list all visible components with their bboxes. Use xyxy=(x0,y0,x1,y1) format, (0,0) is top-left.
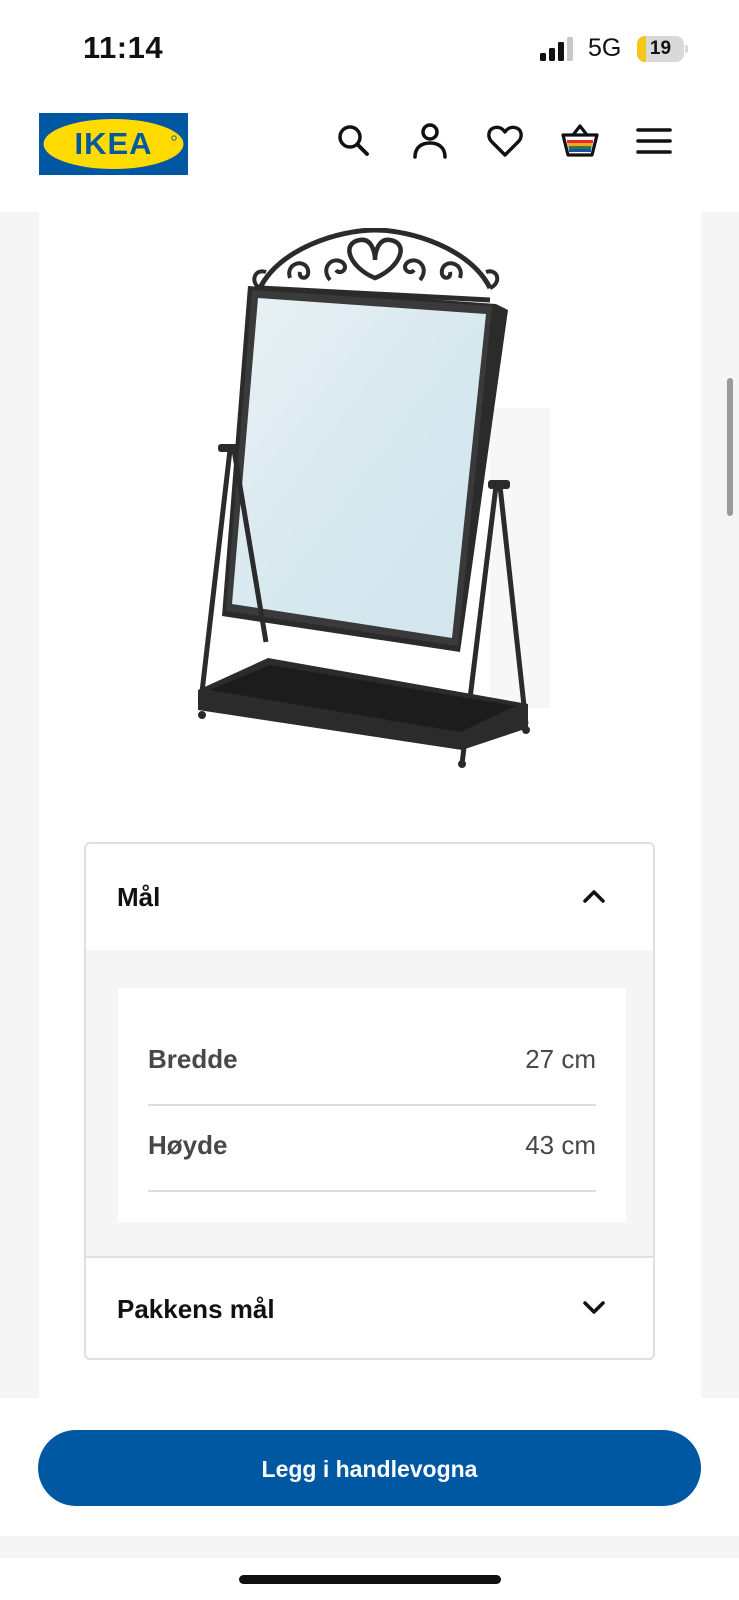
logo-text: IKEA xyxy=(74,126,152,161)
favourites-button[interactable] xyxy=(485,121,525,161)
dimension-label: Høyde xyxy=(148,1130,228,1160)
search-button[interactable] xyxy=(334,121,374,161)
dimension-label: Bredde xyxy=(148,1044,238,1074)
dimension-row-width: Bredde 27 cm xyxy=(148,1018,596,1106)
dimension-row-height: Høyde 43 cm xyxy=(148,1104,596,1192)
menu-icon xyxy=(636,128,672,154)
dimensions-header[interactable]: Mål xyxy=(86,844,653,948)
user-icon xyxy=(413,123,447,159)
search-icon xyxy=(338,125,369,156)
heart-icon xyxy=(487,125,523,157)
network-type: 5G xyxy=(588,34,622,62)
dimensions-title: Mål xyxy=(117,882,161,912)
ikea-logo[interactable]: IKEA xyxy=(39,113,188,175)
package-dimensions-header[interactable]: Pakkens mål xyxy=(86,1258,653,1358)
battery-icon: 19 xyxy=(637,36,689,62)
site-header: IKEA xyxy=(0,96,739,212)
dimensions-table: Bredde 27 cm Høyde 43 cm xyxy=(118,988,626,1222)
sticky-cart-bar: Legg i handlevogna xyxy=(0,1398,739,1536)
dimension-value: 43 cm xyxy=(525,1130,596,1160)
add-to-cart-button[interactable]: Legg i handlevogna xyxy=(38,1430,701,1506)
dimensions-accordion: Mål Bredde 27 cm Høyde 43 cm Pakkens mål xyxy=(84,842,655,1360)
basket-button[interactable] xyxy=(560,121,600,161)
menu-button[interactable] xyxy=(634,121,674,161)
table-mirror-image xyxy=(198,228,550,768)
profile-button[interactable] xyxy=(410,121,450,161)
home-indicator-area xyxy=(0,1558,739,1600)
page-scrollbar[interactable] xyxy=(727,378,733,516)
basket-icon xyxy=(561,124,599,157)
dimensions-content: Bredde 27 cm Høyde 43 cm xyxy=(86,950,653,1256)
home-indicator[interactable] xyxy=(239,1575,501,1584)
dimension-value: 27 cm xyxy=(525,1044,596,1074)
bottom-spacer xyxy=(0,1536,739,1558)
cellular-signal-icon xyxy=(540,37,573,61)
status-bar: 11:14 5G 19 xyxy=(0,0,739,96)
battery-percent: 19 xyxy=(649,38,672,59)
chevron-down-icon xyxy=(583,1301,605,1314)
package-dimensions-title: Pakkens mål xyxy=(117,1294,275,1324)
status-time: 11:14 xyxy=(83,30,164,65)
chevron-up-icon xyxy=(583,890,605,903)
